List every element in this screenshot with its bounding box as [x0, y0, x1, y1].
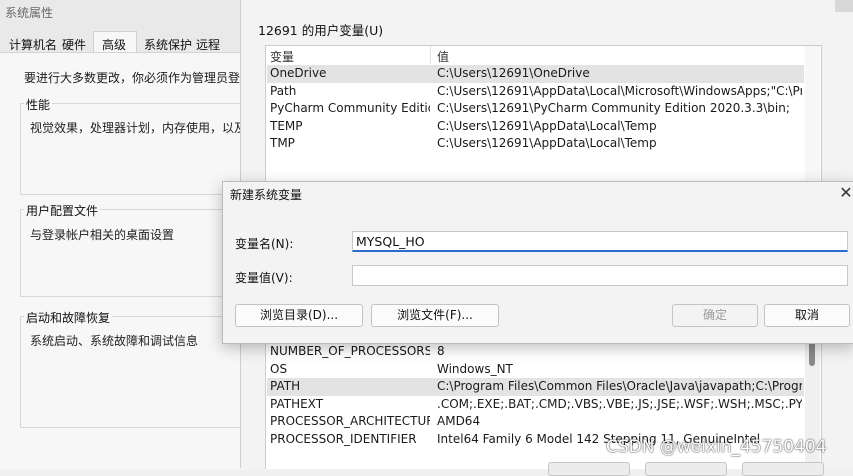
tab-computer-name[interactable]: 计算机名	[9, 36, 57, 53]
performance-title: 性能	[24, 96, 53, 113]
ok-button[interactable]: 确定	[672, 304, 758, 327]
variable-name-cell: TEMP	[270, 118, 303, 133]
user-variables-label: 12691 的用户变量(U)	[258, 23, 384, 38]
scrollbar-thumb[interactable]	[809, 342, 815, 366]
watermark: CSDN @weixin_45750404	[606, 437, 827, 457]
table-row[interactable]: PROCESSOR_ARCHITECTURE AMD64	[267, 413, 804, 431]
user-profiles-description: 与登录帐户相关的桌面设置	[30, 228, 175, 242]
variable-value-cell: C:\Users\12691\AppData\Local\Temp	[437, 136, 657, 151]
startup-recovery-title: 启动和故障恢复	[24, 309, 113, 326]
variable-value-label: 变量值(V):	[235, 271, 293, 285]
variable-name-cell: NUMBER_OF_PROCESSORS	[270, 344, 430, 358]
startup-recovery-description: 系统启动、系统故障和调试信息	[30, 334, 199, 348]
user-profiles-title: 用户配置文件	[24, 202, 101, 219]
close-icon[interactable]: ✕	[836, 183, 853, 203]
tab-advanced[interactable]: 高级	[102, 36, 126, 53]
table-row[interactable]: PATH C:\Program Files\Common Files\Oracle…	[267, 378, 804, 396]
variable-value-cell: C:\Program Files\Common Files\Oracle\Jav…	[437, 379, 802, 394]
cancel-button[interactable]: 取消	[764, 304, 850, 327]
dialog-title: 新建系统变量	[230, 188, 303, 202]
user-profiles-group	[20, 209, 251, 297]
tab-hardware[interactable]: 硬件	[62, 36, 86, 53]
variable-name-input[interactable]	[352, 231, 848, 252]
user-list-scrollbar[interactable]	[805, 46, 820, 184]
table-row[interactable]: TMP C:\Users\12691\AppData\Local\Temp	[267, 135, 804, 153]
user-variables-list[interactable]: 变量 值 OneDrive C:\Users\12691\OneDrive Path…	[265, 45, 822, 187]
variable-name-label: 变量名(N):	[235, 237, 294, 251]
browse-file-button[interactable]: 浏览文件(F)...	[371, 304, 499, 327]
variable-value-cell: C:\Users\12691\OneDrive	[437, 66, 590, 80]
bottom-button-delete[interactable]	[742, 462, 824, 476]
window-title: 系统属性	[5, 6, 54, 20]
admin-note: 要进行大多数更改，你必须作为管理员登录。	[24, 71, 265, 85]
variable-value-cell: C:\Users\12691\PyCharm Community Edition…	[437, 101, 790, 116]
browse-directory-button[interactable]: 浏览目录(D)...	[235, 304, 363, 327]
table-row[interactable]: PATHEXT .COM;.EXE;.BAT;.CMD;.VBS;.VBE;.JS…	[267, 396, 804, 414]
variable-value-cell: 8	[437, 344, 445, 358]
column-header-variable[interactable]: 变量	[270, 48, 294, 65]
top-scrollbar-stub	[835, 0, 853, 12]
variable-name-cell: PATHEXT	[270, 396, 324, 411]
table-row[interactable]: NUMBER_OF_PROCESSORS 8	[267, 343, 804, 361]
column-separator	[430, 46, 431, 64]
variable-name-cell: PROCESSOR_ARCHITECTURE	[270, 414, 430, 429]
table-row[interactable]: Path C:\Users\12691\AppData\Local\Microso…	[267, 83, 804, 101]
variable-value-input[interactable]	[352, 265, 848, 286]
variable-value-cell: AMD64	[437, 414, 481, 429]
column-header-value[interactable]: 值	[437, 48, 449, 65]
variable-name-cell: PATH	[270, 379, 301, 394]
table-row[interactable]: PyCharm Community Edition C:\Users\12691\…	[267, 100, 804, 118]
bottom-button-edit[interactable]	[645, 462, 727, 476]
bottom-button-new[interactable]	[548, 462, 630, 476]
variable-name-cell: Path	[270, 83, 297, 98]
variable-name-cell: PROCESSOR_IDENTIFIER	[270, 432, 417, 446]
performance-group	[20, 103, 251, 195]
table-row[interactable]: TEMP C:\Users\12691\AppData\Local\Temp	[267, 118, 804, 136]
variable-value-cell: C:\Users\12691\AppData\Local\Microsoft\W…	[437, 83, 802, 98]
tab-remote[interactable]: 远程	[196, 36, 220, 53]
variable-value-cell: C:\Users\12691\AppData\Local\Temp	[437, 118, 657, 133]
variable-name-cell: TMP	[270, 136, 295, 151]
table-row[interactable]: OS Windows_NT	[267, 361, 804, 379]
variable-value-cell: Windows_NT	[437, 361, 513, 376]
tab-system-protection[interactable]: 系统保护	[144, 36, 192, 53]
variable-name-cell: OneDrive	[270, 66, 327, 80]
variable-name-cell: OS	[270, 361, 288, 376]
table-row[interactable]: OneDrive C:\Users\12691\OneDrive	[267, 65, 804, 83]
variable-name-cell: PyCharm Community Edition	[270, 101, 430, 116]
variable-value-cell: .COM;.EXE;.BAT;.CMD;.VBS;.VBE;.JS;.JSE;.…	[437, 396, 802, 411]
